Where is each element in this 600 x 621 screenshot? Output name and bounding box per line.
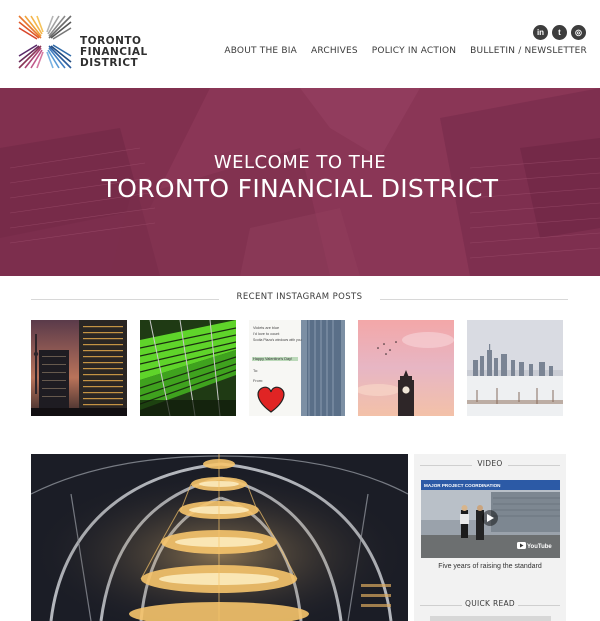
quick-read-item[interactable] — [430, 616, 551, 621]
logo-line: DISTRICT — [80, 57, 139, 69]
video-banner: MAJOR PROJECT COORDINATION — [424, 483, 501, 488]
instagram-post[interactable] — [467, 320, 563, 416]
hero-banner: WELCOME TO THE TORONTO FINANCIAL DISTRIC… — [0, 88, 600, 276]
instagram-post-image — [31, 320, 127, 416]
instagram-post[interactable] — [140, 320, 236, 416]
note-line: Happy Valentine's Day! — [253, 357, 292, 361]
twitter-icon[interactable]: t — [552, 25, 567, 40]
nav-archives[interactable]: ARCHIVES — [311, 46, 358, 56]
video-still-image: MAJOR PROJECT COORDINATION YouTube — [421, 480, 560, 558]
sidebar: VIDEO MAJOR PROJECT COORDINATION YouTube… — [414, 454, 566, 621]
instagram-heading-label: RECENT INSTAGRAM POSTS — [236, 292, 363, 302]
note-line: Violets are blue — [253, 326, 279, 330]
hero-line-1: WELCOME TO THE — [213, 152, 387, 173]
social-links: in t ◎ — [533, 25, 586, 40]
note-line: To: — [253, 369, 258, 373]
site-header: TORONTO FINANCIAL DISTRICT in t ◎ ABOUT … — [0, 0, 600, 88]
nav-policy-in-action[interactable]: POLICY IN ACTION — [372, 46, 456, 56]
logo-text: TORONTO FINANCIAL DISTRICT — [80, 36, 148, 69]
quick-read-heading: QUICK READ — [414, 599, 566, 611]
instagram-section-heading: RECENT INSTAGRAM POSTS — [31, 292, 568, 306]
instagram-post[interactable] — [358, 320, 454, 416]
main-nav: ABOUT THE BIA ARCHIVES POLICY IN ACTION … — [224, 46, 587, 56]
hero-heading: WELCOME TO THE TORONTO FINANCIAL DISTRIC… — [0, 152, 600, 204]
instagram-icon[interactable]: ◎ — [571, 25, 586, 40]
instagram-grid: Violets are blue I'd love to count Scoti… — [31, 320, 563, 416]
linkedin-icon[interactable]: in — [533, 25, 548, 40]
note-line: From: — [253, 379, 263, 383]
nav-bulletin-newsletter[interactable]: BULLETIN / NEWSLETTER — [470, 46, 587, 56]
instagram-post-image: Violets are blue I'd love to count Scoti… — [249, 320, 345, 416]
instagram-post[interactable]: Violets are blue I'd love to count Scoti… — [249, 320, 345, 416]
instagram-post[interactable] — [31, 320, 127, 416]
instagram-post-image — [358, 320, 454, 416]
hero-line-2: TORONTO FINANCIAL DISTRICT — [101, 174, 499, 203]
instagram-post-image — [140, 320, 236, 416]
note-line: I'd love to count — [253, 332, 280, 336]
youtube-logo: YouTube — [527, 544, 552, 550]
site-logo[interactable]: TORONTO FINANCIAL DISTRICT — [17, 14, 148, 70]
instagram-post-image — [467, 320, 563, 416]
feature-image[interactable] — [31, 454, 408, 621]
nav-about-the-bia[interactable]: ABOUT THE BIA — [224, 46, 297, 56]
video-caption[interactable]: Five years of raising the standard — [414, 563, 566, 570]
video-heading: VIDEO — [414, 459, 566, 471]
video-thumbnail[interactable]: MAJOR PROJECT COORDINATION YouTube — [421, 480, 560, 558]
logo-mark-icon — [18, 15, 72, 69]
note-line: Scotia Plaza's windows with you — [253, 338, 302, 342]
chandelier-atrium-image — [31, 454, 408, 621]
video-heading-label: VIDEO — [477, 459, 503, 468]
quick-read-heading-label: QUICK READ — [465, 599, 515, 608]
